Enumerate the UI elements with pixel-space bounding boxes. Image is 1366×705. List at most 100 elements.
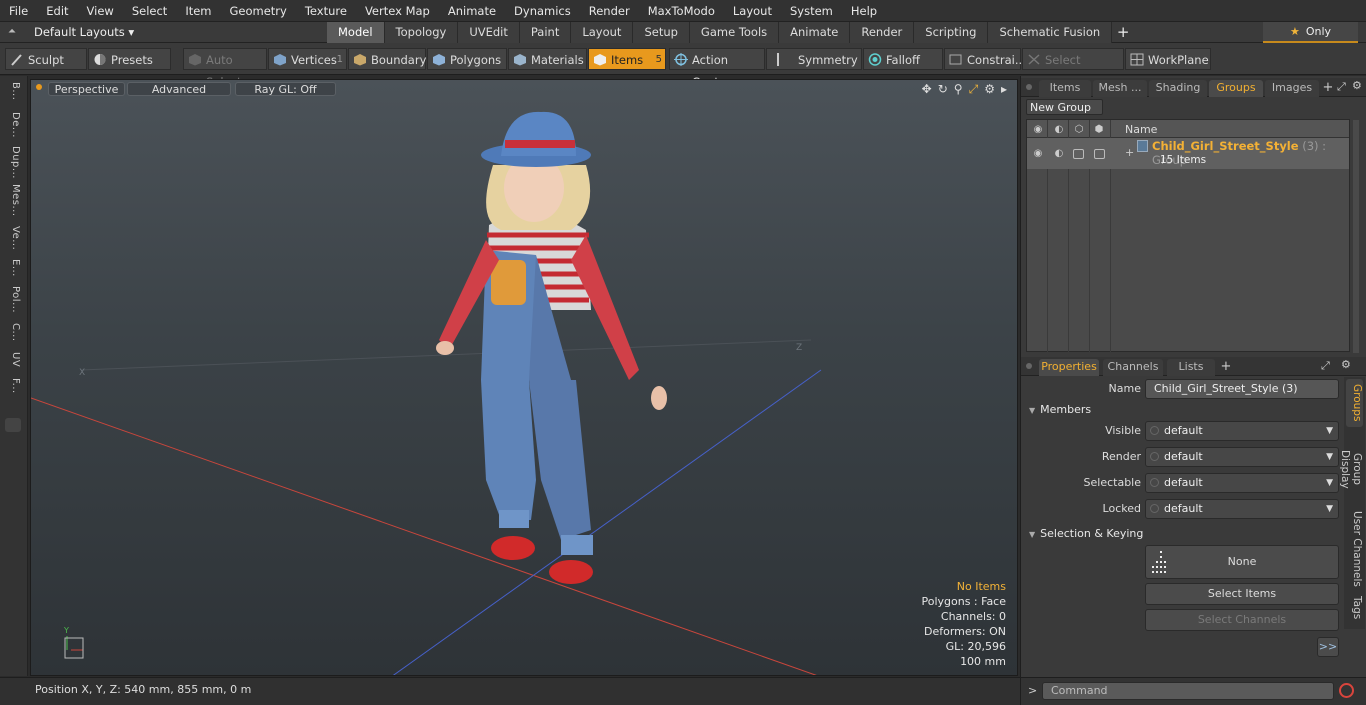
- group-row[interactable]: ◉ ◐ + Child_Girl_Street_Style (3) : Grou…: [1027, 138, 1349, 169]
- tool-tab-edge[interactable]: E...: [5, 259, 21, 277]
- items-button[interactable]: Items 5: [588, 48, 666, 70]
- falloff-button[interactable]: Falloff: [863, 48, 943, 70]
- row-render-icon[interactable]: ◐: [1053, 148, 1065, 159]
- group-list-scrollbar[interactable]: [1353, 120, 1359, 353]
- boundary-button[interactable]: Boundary: [348, 48, 426, 70]
- select-items-button[interactable]: Select Items: [1145, 583, 1339, 605]
- tab-mesh[interactable]: Mesh ...: [1093, 80, 1147, 97]
- symmetry-button[interactable]: Symmetry: [766, 48, 862, 70]
- menu-view[interactable]: View: [78, 0, 123, 22]
- selectable-cube-icon[interactable]: ⬡: [1073, 124, 1085, 135]
- shading-mode-button[interactable]: Advanced: [127, 82, 231, 96]
- menu-texture[interactable]: Texture: [296, 0, 356, 22]
- properties-menu-icon[interactable]: [1026, 363, 1032, 369]
- tool-tab-vertex[interactable]: Ve...: [5, 226, 21, 250]
- maximize-icon[interactable]: ⤢: [969, 82, 979, 97]
- tab-game-tools[interactable]: Game Tools: [689, 22, 780, 43]
- tool-tab-fusion[interactable]: F...: [5, 378, 21, 394]
- menu-dynamics[interactable]: Dynamics: [505, 0, 580, 22]
- polygons-button[interactable]: Polygons: [427, 48, 507, 70]
- side-tab-groups[interactable]: Groups: [1346, 379, 1363, 427]
- rotate-icon[interactable]: ↻: [938, 82, 948, 97]
- tool-tab-duplicate[interactable]: Dup...: [5, 146, 21, 179]
- menu-render[interactable]: Render: [580, 0, 639, 22]
- tool-tab-curve[interactable]: C...: [5, 323, 21, 342]
- record-macro-icon[interactable]: [1339, 683, 1354, 698]
- side-tab-group-display[interactable]: Group Display: [1339, 433, 1363, 505]
- side-tab-user-channels[interactable]: User Channels: [1346, 511, 1363, 587]
- tool-strip-collapse-icon[interactable]: [5, 418, 21, 432]
- tab-animate[interactable]: Animate: [779, 22, 851, 43]
- lock-cube-icon[interactable]: ⬢: [1093, 124, 1105, 135]
- presets-button[interactable]: Presets: [88, 48, 171, 70]
- 3d-viewport[interactable]: Y Z X Perspective Advanced Ray GL: Off ✥…: [30, 79, 1018, 676]
- menu-vertex-map[interactable]: Vertex Map: [356, 0, 439, 22]
- action-center-button[interactable]: Action Center: [669, 48, 765, 89]
- tab-images[interactable]: Images: [1265, 80, 1319, 97]
- tool-tab-deform[interactable]: De...: [5, 112, 21, 138]
- gear-icon[interactable]: ⚙: [984, 82, 995, 97]
- pan-icon[interactable]: ✥: [922, 82, 932, 97]
- menu-maxtomodo[interactable]: MaxToModo: [639, 0, 724, 22]
- row-visibility-icon[interactable]: ◉: [1032, 148, 1044, 159]
- zoom-icon[interactable]: ⚲: [954, 82, 963, 97]
- vertices-button[interactable]: Vertices 1: [268, 48, 347, 70]
- column-name[interactable]: Name: [1125, 123, 1157, 136]
- tab-channels[interactable]: Channels: [1103, 359, 1163, 376]
- new-group-button[interactable]: New Group: [1026, 99, 1103, 115]
- properties-gear-icon[interactable]: ⚙: [1341, 358, 1351, 371]
- locked-select[interactable]: default ▼: [1145, 499, 1339, 519]
- tool-tab-uv[interactable]: UV: [5, 352, 21, 367]
- tab-paint[interactable]: Paint: [519, 22, 572, 43]
- tab-schematic-fusion[interactable]: Schematic Fusion: [988, 22, 1113, 43]
- play-icon[interactable]: ▸: [1001, 82, 1007, 97]
- expand-plus-icon[interactable]: +: [1125, 146, 1134, 159]
- constrain-button[interactable]: Constrai...: [944, 48, 1026, 70]
- side-tab-tags[interactable]: Tags: [1346, 593, 1363, 623]
- tab-shading[interactable]: Shading: [1149, 80, 1207, 97]
- menu-file[interactable]: File: [0, 0, 37, 22]
- tab-lists[interactable]: Lists: [1167, 359, 1215, 376]
- add-properties-tab-icon[interactable]: +: [1219, 359, 1233, 376]
- panel-gear-icon[interactable]: ⚙: [1352, 79, 1362, 92]
- menu-system[interactable]: System: [781, 0, 842, 22]
- selectable-select[interactable]: default ▼: [1145, 473, 1339, 493]
- properties-expand-icon[interactable]: ⤢: [1321, 359, 1330, 373]
- tool-tab-mesh[interactable]: Mes...: [5, 184, 21, 217]
- tab-properties[interactable]: Properties: [1039, 359, 1099, 376]
- menu-edit[interactable]: Edit: [37, 0, 77, 22]
- group-list[interactable]: ◉ ◐ ⬡ ⬢ Name ◉ ◐ + Child_Girl_Street_Sty…: [1026, 119, 1359, 353]
- menu-geometry[interactable]: Geometry: [221, 0, 296, 22]
- menu-help[interactable]: Help: [842, 0, 886, 22]
- panel-expand-icon[interactable]: ⤢: [1337, 80, 1346, 94]
- tab-items[interactable]: Items: [1039, 80, 1091, 97]
- tab-topology[interactable]: Topology: [384, 22, 459, 43]
- add-tab-icon[interactable]: +: [1112, 22, 1134, 43]
- tab-scripting[interactable]: Scripting: [914, 22, 989, 43]
- materials-button[interactable]: Materials: [508, 48, 587, 70]
- tab-uvedit[interactable]: UVEdit: [458, 22, 520, 43]
- menu-select[interactable]: Select: [123, 0, 176, 22]
- raygl-button[interactable]: Ray GL: Off: [235, 82, 336, 96]
- sculpt-button[interactable]: Sculpt: [5, 48, 87, 70]
- layout-expand-icon[interactable]: ⏶: [8, 26, 22, 39]
- viewport-menu-icon[interactable]: [36, 84, 42, 90]
- tab-layout[interactable]: Layout: [571, 22, 634, 43]
- menu-animate[interactable]: Animate: [439, 0, 505, 22]
- add-panel-tab-icon[interactable]: +: [1321, 80, 1335, 97]
- render-icon[interactable]: ◐: [1053, 124, 1065, 135]
- only-toggle[interactable]: ★ Only: [1263, 22, 1358, 43]
- members-section[interactable]: ▼ Members: [1029, 403, 1091, 416]
- tool-tab-polygon[interactable]: Pol...: [5, 286, 21, 313]
- render-select[interactable]: default ▼: [1145, 447, 1339, 467]
- visible-select[interactable]: default ▼: [1145, 421, 1339, 441]
- row-selectable-checkbox[interactable]: [1073, 149, 1084, 159]
- menu-item[interactable]: Item: [176, 0, 220, 22]
- more-button[interactable]: >>: [1317, 637, 1339, 657]
- select-through-button[interactable]: Select Through: [1022, 48, 1124, 89]
- name-field[interactable]: Child_Girl_Street_Style (3): [1145, 379, 1339, 399]
- panel-menu-icon[interactable]: [1026, 84, 1032, 90]
- keying-none-button[interactable]: None: [1145, 545, 1339, 579]
- tab-setup[interactable]: Setup: [633, 22, 690, 43]
- auto-select-button[interactable]: Auto Select: [183, 48, 267, 89]
